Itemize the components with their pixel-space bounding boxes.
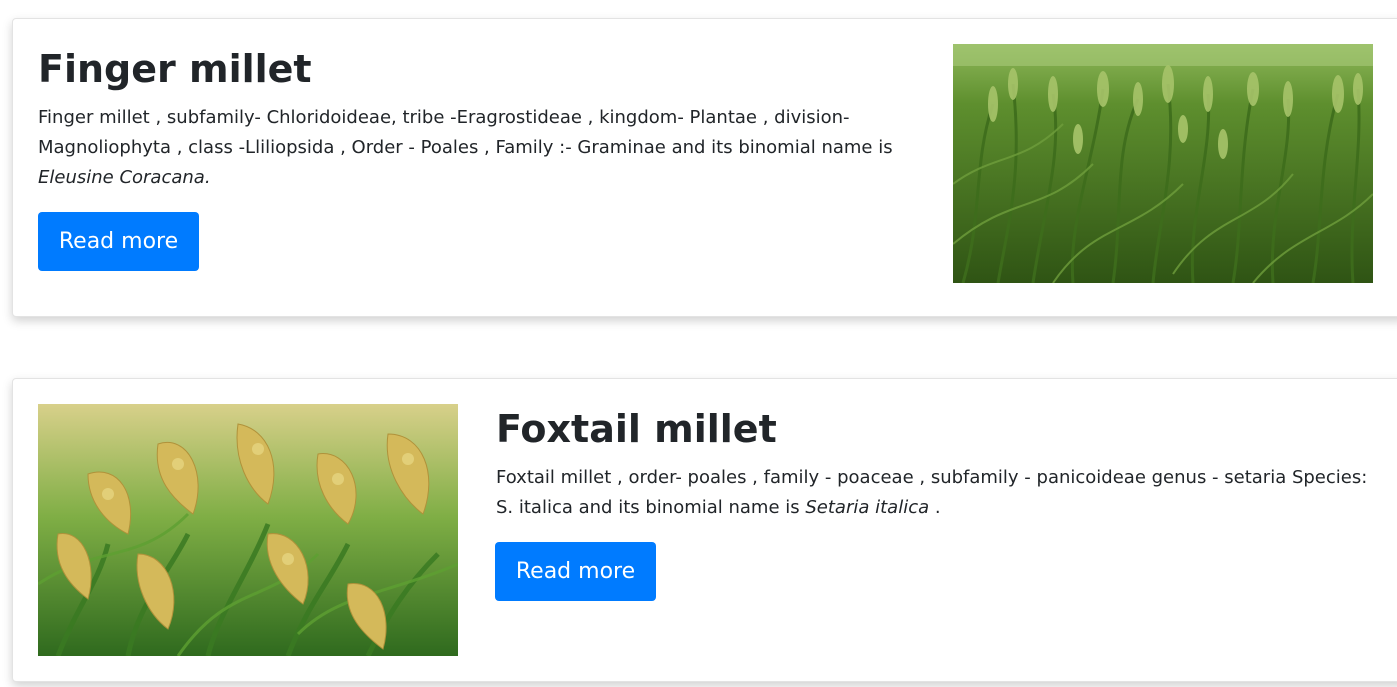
foxtail-millet-image [38,404,458,656]
card-description: Foxtail millet , order- poales , family … [496,463,1376,523]
read-more-button[interactable]: Read more [495,542,656,601]
card-title: Foxtail millet [496,407,777,451]
description-suffix: . [929,497,941,518]
binomial-name: Eleusine Coracana. [38,167,211,188]
millet-card-foxtail: Foxtail millet Foxtail millet , order- p… [12,378,1397,682]
millet-card-finger: Finger millet Finger millet , subfamily-… [12,18,1397,317]
finger-millet-image [953,44,1373,283]
read-more-button[interactable]: Read more [38,212,199,271]
card-title: Finger millet [38,47,312,91]
binomial-name: Setaria italica [805,497,930,518]
card-description: Finger millet , subfamily- Chloridoideae… [38,103,908,193]
description-text: Finger millet , subfamily- Chloridoideae… [38,107,893,158]
